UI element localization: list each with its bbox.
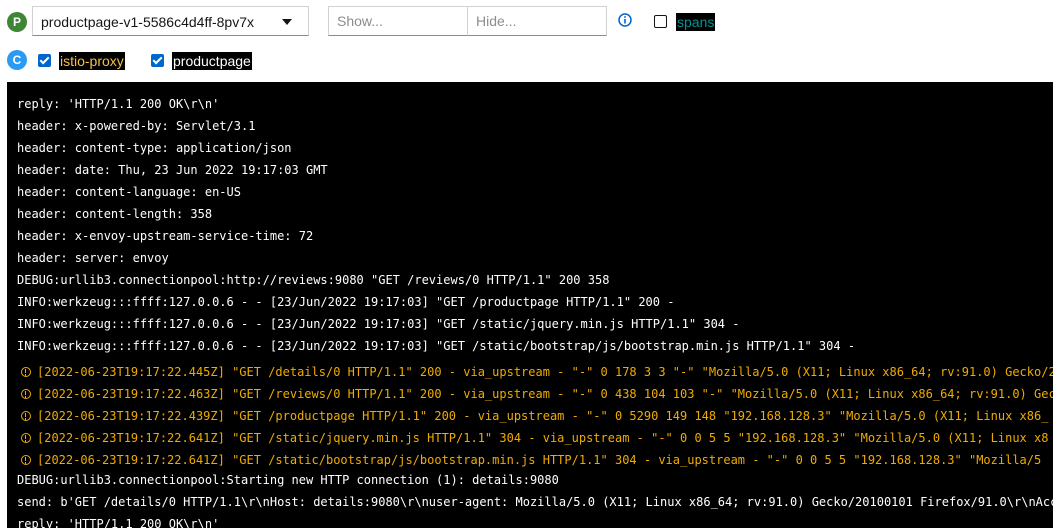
warning-icon — [21, 455, 31, 465]
log-line: header: x-envoy-upstream-service-time: 7… — [17, 229, 314, 243]
log-line: header: content-length: 358 — [17, 207, 213, 221]
show-filter-input[interactable] — [328, 6, 468, 36]
log-viewer[interactable]: reply: 'HTTP/1.1 200 OK\r\n' header: x-p… — [7, 82, 1053, 528]
spans-label[interactable]: spans — [676, 13, 716, 31]
warning-icon — [21, 389, 31, 399]
log-line: [2022-06-23T19:17:22.641Z] "GET /static/… — [21, 430, 1048, 446]
pod-select[interactable]: productpage-v1-5586c4d4ff-8pv7x — [32, 6, 309, 36]
log-toolbar: P productpage-v1-5586c4d4ff-8pv7x spans — [0, 0, 1053, 44]
log-line: header: content-type: application/json — [17, 141, 292, 155]
spans-checkbox[interactable] — [654, 15, 667, 28]
log-line: DEBUG:urllib3.connectionpool:Starting ne… — [17, 473, 559, 487]
log-line: INFO:werkzeug:::ffff:127.0.0.6 - - [23/J… — [17, 339, 856, 353]
log-line: header: date: Thu, 23 Jun 2022 19:17:03 … — [17, 163, 328, 177]
log-line: reply: 'HTTP/1.1 200 OK\r\n' — [17, 97, 220, 111]
log-line: [2022-06-23T19:17:22.439Z] "GET /product… — [21, 408, 1048, 424]
info-icon[interactable] — [618, 13, 632, 27]
warning-icon — [21, 433, 31, 443]
warning-icon — [21, 367, 31, 377]
log-line: header: content-language: en-US — [17, 185, 241, 199]
caret-down-icon — [282, 19, 292, 25]
hide-filter-input[interactable] — [467, 6, 607, 36]
productpage-checkbox[interactable] — [151, 54, 164, 67]
log-line: [2022-06-23T19:17:22.463Z] "GET /reviews… — [21, 386, 1053, 402]
istio-proxy-label[interactable]: istio-proxy — [59, 52, 125, 70]
log-line: header: server: envoy — [17, 251, 169, 265]
log-line: header: x-powered-by: Servlet/3.1 — [17, 119, 256, 133]
pod-select-value: productpage-v1-5586c4d4ff-8pv7x — [41, 14, 255, 30]
istio-proxy-checkbox[interactable] — [38, 54, 51, 67]
log-line: [2022-06-23T19:17:22.445Z] "GET /details… — [21, 364, 1053, 380]
log-line: INFO:werkzeug:::ffff:127.0.0.6 - - [23/J… — [17, 317, 740, 331]
log-line: INFO:werkzeug:::ffff:127.0.0.6 - - [23/J… — [17, 295, 675, 309]
log-line: send: b'GET /details/0 HTTP/1.1\r\nHost:… — [17, 495, 1053, 509]
productpage-label[interactable]: productpage — [172, 52, 252, 70]
warning-icon — [21, 411, 31, 421]
log-line: reply: 'HTTP/1.1 200 OK\r\n' — [17, 517, 220, 528]
log-line: DEBUG:urllib3.connectionpool:http://revi… — [17, 273, 610, 287]
pod-badge: P — [7, 12, 27, 32]
container-badge: C — [7, 50, 27, 70]
log-line: [2022-06-23T19:17:22.641Z] "GET /static/… — [21, 452, 1041, 468]
